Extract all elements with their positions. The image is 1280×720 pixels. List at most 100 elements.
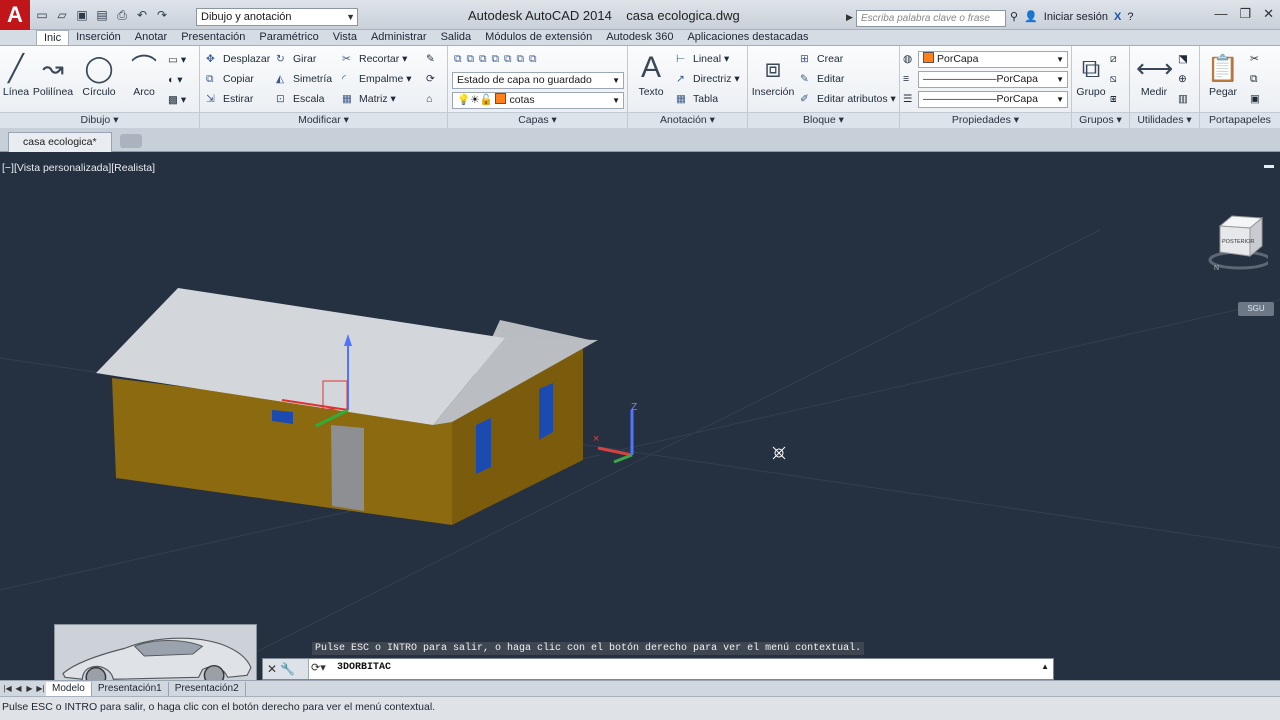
panel-anotacion-title[interactable]: Anotación ▾ <box>628 112 747 128</box>
maximize-icon[interactable]: ❐ <box>1239 6 1251 22</box>
signin-link[interactable]: Iniciar sesión <box>1044 11 1108 23</box>
panel-portapapeles-title[interactable]: Portapapeles <box>1200 112 1280 128</box>
panel-utilidades-title[interactable]: Utilidades ▾ <box>1130 112 1199 128</box>
explode-icon[interactable]: ⟳ <box>426 71 435 87</box>
tab-presentacion[interactable]: Presentación <box>174 30 252 45</box>
editar-atributos-button[interactable]: ✐ Editar atributos ▾ <box>800 91 896 107</box>
tab-inicio[interactable]: Inic <box>36 30 70 45</box>
panel-grupos-title[interactable]: Grupos ▾ <box>1072 112 1129 128</box>
polilinea-button[interactable]: ↝ Polilínea <box>32 50 74 98</box>
region-icon[interactable]: ▩ ▾ <box>168 92 186 108</box>
texto-button[interactable]: A Texto <box>634 50 668 98</box>
panel-propiedades-title[interactable]: Propiedades ▾ <box>900 112 1071 128</box>
first-tab-icon[interactable]: |◀ <box>2 684 13 693</box>
tab-parametrico[interactable]: Paramétrico <box>252 30 325 45</box>
close-icon[interactable]: ✕ <box>1263 6 1274 22</box>
ungroup-icon[interactable]: ⧄ <box>1110 51 1117 67</box>
wcs-menu[interactable]: SGU <box>1238 302 1274 316</box>
panel-capas-title[interactable]: Capas ▾ <box>448 112 627 128</box>
new-file-icon[interactable]: ▭ <box>34 7 50 23</box>
viewport-controls-label[interactable]: [−][Vista personalizada][Realista] <box>2 162 155 174</box>
tab-presentacion1[interactable]: Presentación1 <box>92 681 169 696</box>
matriz-button[interactable]: ▦ Matriz ▾ <box>342 91 396 107</box>
escala-button[interactable]: ⊡ Escala <box>276 91 325 107</box>
close-command-icon[interactable]: ✕ <box>267 662 277 676</box>
command-history-arrow-icon[interactable]: ▲ <box>1041 662 1049 671</box>
prev-tab-icon[interactable]: ◀ <box>13 684 24 693</box>
recortar-button[interactable]: ✂ Recortar ▾ <box>342 51 407 67</box>
tab-anotar[interactable]: Anotar <box>128 30 174 45</box>
layer-combo[interactable]: 💡☀🔓 cotas ▼ <box>452 92 624 109</box>
point-style-icon[interactable]: ⊕ <box>1178 71 1187 87</box>
crear-button[interactable]: ⊞ Crear <box>800 51 843 67</box>
command-prompt-icon[interactable]: ⟳▾ <box>311 661 326 674</box>
layer-tools-icon[interactable]: ⧉⧉⧉⧉⧉⧉⧉ <box>454 51 541 67</box>
editar-button[interactable]: ✎ Editar <box>800 71 844 87</box>
exchange-icon[interactable]: X <box>1114 11 1121 23</box>
workspace-selector[interactable]: Dibujo y anotación ▼ <box>196 8 358 26</box>
circulo-button[interactable]: ◯ Círculo <box>80 50 118 98</box>
search-input[interactable]: Escriba palabra clave o frase <box>856 10 1006 27</box>
tab-modulos-extension[interactable]: Módulos de extensión <box>478 30 599 45</box>
panel-modificar-title[interactable]: Modificar ▾ <box>200 112 447 128</box>
tab-presentacion2[interactable]: Presentación2 <box>169 681 246 696</box>
last-tab-icon[interactable]: ▶| <box>35 684 46 693</box>
command-line[interactable]: ✕ 🔧 ⟳▾ 3DORBITAC ▲ <box>262 658 1054 680</box>
search-expand-icon[interactable]: ▶ <box>846 12 853 23</box>
customize-icon[interactable]: 🔧 <box>280 662 295 676</box>
hatch-icon[interactable]: ◐ ▾ <box>168 72 183 88</box>
lineweight-combo[interactable]: ———————PorCapa ▼ <box>918 91 1068 108</box>
document-tab-casa-ecologica[interactable]: casa ecologica* <box>8 132 112 152</box>
save-as-icon[interactable]: ▤ <box>94 7 110 23</box>
new-document-tab-button[interactable] <box>120 134 142 148</box>
lineal-button[interactable]: ⊢ Lineal ▾ <box>676 51 729 67</box>
medir-button[interactable]: ⟷ Medir <box>1136 50 1173 98</box>
simetria-button[interactable]: ◭ Simetría <box>276 71 332 87</box>
group-edit-icon[interactable]: ⧅ <box>1110 71 1117 87</box>
tab-insercion[interactable]: Inserción <box>69 30 128 45</box>
save-icon[interactable]: ▣ <box>74 7 90 23</box>
command-input[interactable]: 3DORBITAC <box>337 662 391 673</box>
tab-salida[interactable]: Salida <box>434 30 479 45</box>
print-icon[interactable]: ⎙ <box>114 7 130 23</box>
rectangle-icon[interactable]: ▭ ▾ <box>168 52 186 68</box>
color-combo[interactable]: PorCapa ▼ <box>918 51 1068 68</box>
copy-clip-icon[interactable]: ⧉ <box>1250 71 1258 87</box>
arco-button[interactable]: ⌒ Arco <box>126 50 162 98</box>
model-viewport[interactable]: Z × [−][Vista personalizada][Realista] ▬… <box>0 152 1280 680</box>
layer-state-combo[interactable]: Estado de capa no guardado ▼ <box>452 72 624 89</box>
viewcube[interactable]: POSTERIOR N <box>1208 212 1268 272</box>
help-icon[interactable]: ? <box>1127 11 1133 23</box>
minimize-icon[interactable]: — <box>1214 6 1227 22</box>
redo-icon[interactable]: ↷ <box>154 7 170 23</box>
grupo-button[interactable]: ⧉ Grupo <box>1074 50 1108 98</box>
estirar-button[interactable]: ⇲ Estirar <box>206 91 253 107</box>
pegar-button[interactable]: 📋 Pegar <box>1204 50 1242 98</box>
tab-aplicaciones-destacadas[interactable]: Aplicaciones destacadas <box>680 30 815 45</box>
cut-icon[interactable]: ✂ <box>1250 51 1259 67</box>
desplazar-button[interactable]: ✥ Desplazar <box>206 51 270 67</box>
undo-icon[interactable]: ↶ <box>134 7 150 23</box>
linea-button[interactable]: ╱ Línea <box>2 50 30 98</box>
linetype-combo[interactable]: ———————PorCapa ▼ <box>918 71 1068 88</box>
insercion-button[interactable]: ⧈ Inserción <box>750 50 796 98</box>
tab-vista[interactable]: Vista <box>326 30 364 45</box>
binoculars-icon[interactable]: ⚲ <box>1010 10 1018 23</box>
offset-icon[interactable]: ⌂ <box>426 91 432 107</box>
tabla-button[interactable]: ▦ Tabla <box>676 91 718 107</box>
group-select-icon[interactable]: ⧆ <box>1110 91 1117 107</box>
erase-icon[interactable]: ✎ <box>426 51 435 67</box>
empalme-button[interactable]: ◜ Empalme ▾ <box>342 71 412 87</box>
viewport-minimize-icon[interactable]: ▬ <box>1264 160 1274 171</box>
panel-bloque-title[interactable]: Bloque ▾ <box>748 112 899 128</box>
calculator-icon[interactable]: ▥ <box>1178 91 1188 107</box>
copiar-button[interactable]: ⧉ Copiar <box>206 71 254 87</box>
tab-modelo[interactable]: Modelo <box>46 681 92 696</box>
quick-select-icon[interactable]: ⬔ <box>1178 51 1188 67</box>
directriz-button[interactable]: ↗ Directriz ▾ <box>676 71 740 87</box>
tab-administrar[interactable]: Administrar <box>364 30 434 45</box>
application-menu-button[interactable]: A <box>0 0 30 30</box>
girar-button[interactable]: ↻ Girar <box>276 51 316 67</box>
match-properties-icon[interactable]: ▣ <box>1250 91 1260 107</box>
next-tab-icon[interactable]: ▶ <box>24 684 35 693</box>
